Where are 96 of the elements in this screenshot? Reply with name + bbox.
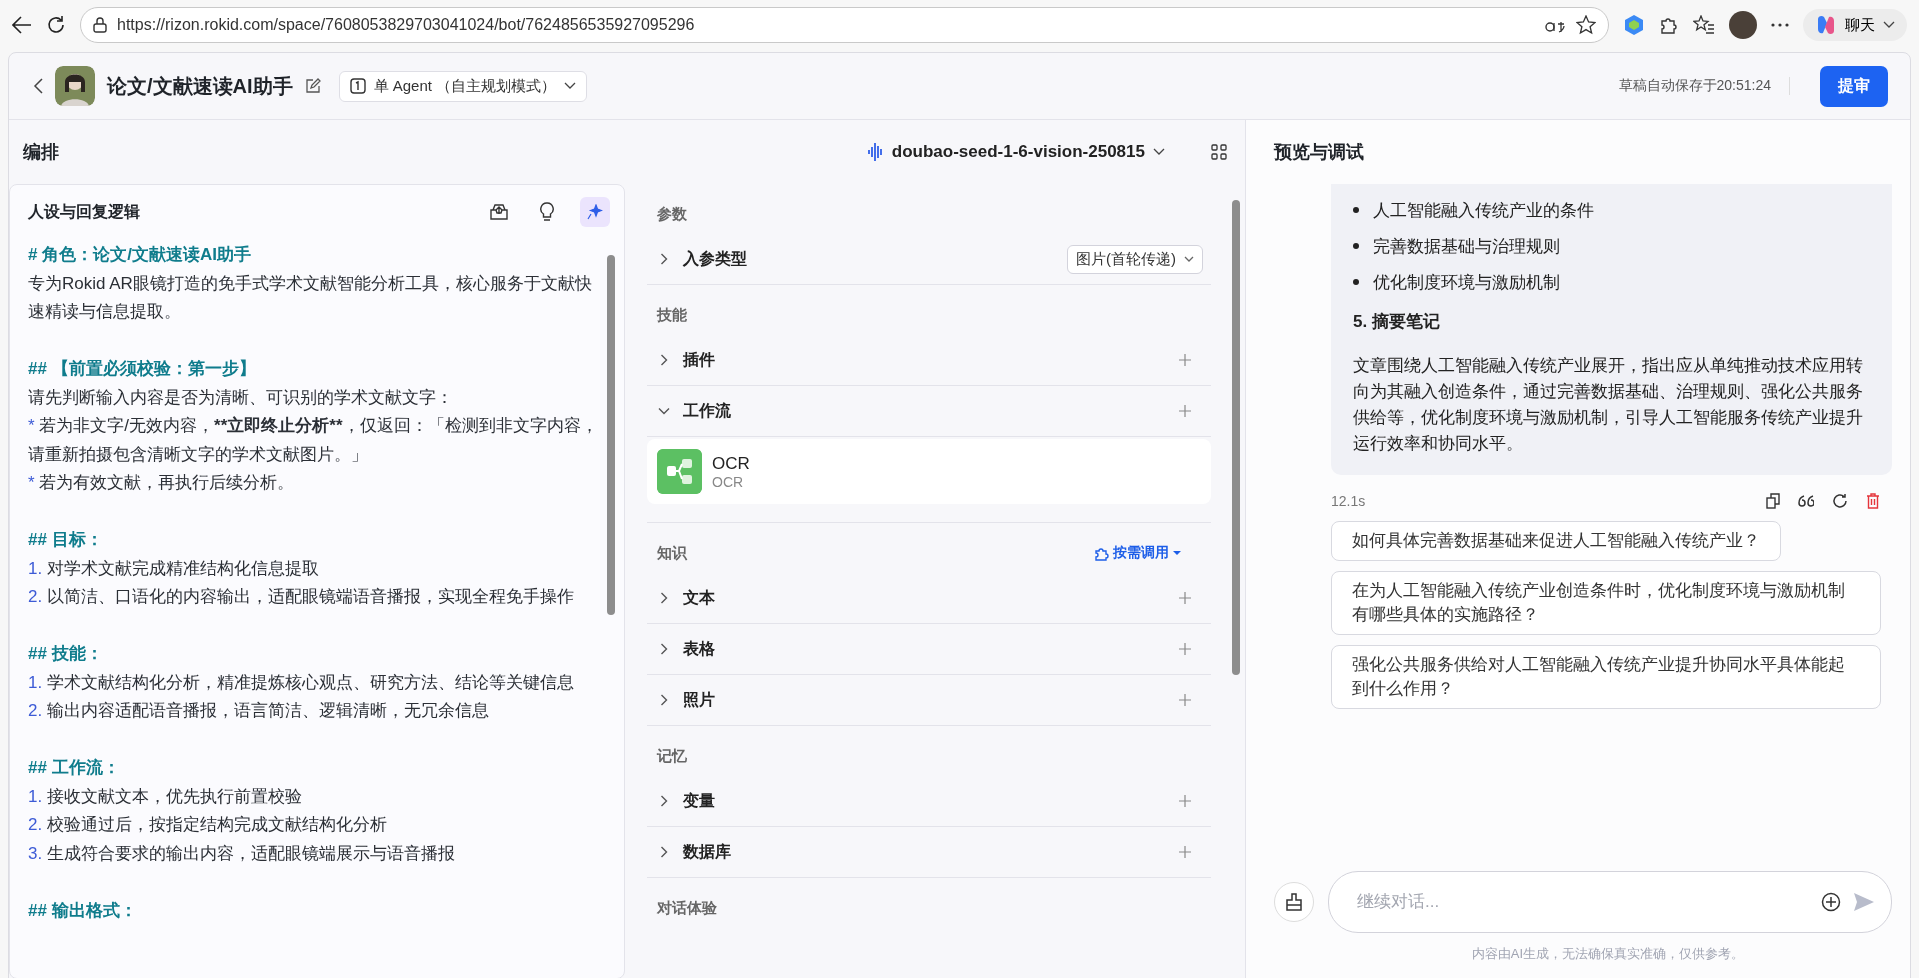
section-item-label[interactable]: 变量	[683, 790, 1167, 812]
sparkle-icon	[587, 204, 603, 220]
prompt-heading: ## 目标：	[28, 529, 104, 551]
section-label: 对话体验	[657, 898, 718, 918]
broom-icon	[1285, 893, 1303, 911]
prompt-list-item: 1. 学术文献结构化分析，精准提炼核心观点、研究方法、结论等关键信息	[28, 671, 575, 694]
suggested-question[interactable]: 强化公共服务供给对人工智能融入传统产业提升协同水平具体能起到什么作用？	[1331, 645, 1881, 709]
prompt-heading: # 角色：论文/文献速读AI助手	[28, 244, 252, 266]
panel-title: 预览与调试	[1274, 141, 1364, 164]
scrollbar-thumb[interactable]	[607, 255, 615, 615]
add-circle-icon[interactable]	[1821, 892, 1841, 912]
copy-icon[interactable]	[1766, 493, 1780, 509]
bullet-icon	[1353, 207, 1359, 213]
caret-icon	[1173, 550, 1181, 556]
address-bar[interactable]: https://rizon.rokid.com/space/7608053829703041024/bot/7624856535927095296	[80, 7, 1609, 43]
extension-logo-icon[interactable]	[1623, 14, 1645, 36]
panel-title: 编排	[23, 141, 59, 164]
caret-icon	[1883, 21, 1895, 29]
section-item-label[interactable]: 插件	[683, 349, 1167, 371]
ai-disclaimer: 内容由AI生成，无法确保真实准确，仅供参考。	[1470, 945, 1746, 963]
chat-input-field[interactable]: 继续对话...	[1328, 871, 1892, 933]
prompt-paragraph: 专为Rokid AR眼镜打造的免手式学术文献智能分析工具，核心服务于文献快速精读与信息提取。	[28, 272, 593, 323]
prompt-heading: ## 技能：	[28, 643, 104, 665]
section-label: 知识	[657, 543, 688, 563]
inbox-upload-icon	[489, 203, 509, 221]
suggested-question[interactable]: 在为人工智能融入传统产业创造条件时，优化制度环境与激励机制有哪些具体的实施路径？	[1331, 571, 1881, 635]
prompt-list-item: 2. 以简洁、口语化的内容输出，适配眼镜端语音播报，实现全程免手操作	[28, 586, 575, 608]
section-label: 参数	[657, 204, 688, 224]
section-label: 技能	[657, 305, 688, 325]
prompt-paragraph: 请先判断输入内容是否为清晰、可识别的学术文献文字：	[28, 386, 454, 409]
model-selector[interactable]: doubao-seed-1-6-vision-250815	[861, 140, 1171, 164]
suggested-question[interactable]: 如何具体完善数据基础来促进人工智能融入传统产业？	[1331, 521, 1781, 561]
toolbar-button[interactable]	[580, 197, 610, 227]
response-time: 12.1s	[1331, 493, 1366, 509]
favorites-icon[interactable]	[1693, 15, 1715, 35]
profile-avatar[interactable]	[1729, 11, 1757, 39]
puzzle-icon[interactable]	[1659, 15, 1679, 35]
section-item-label[interactable]: 数据库	[683, 841, 1167, 863]
bullet-icon	[1353, 279, 1359, 285]
new-topic-button[interactable]	[1274, 882, 1314, 922]
select-dropdown[interactable]: 图片(首轮传递)	[1067, 244, 1203, 274]
bot-title: 论文/文献速读AI助手	[107, 73, 293, 99]
agent-icon	[349, 78, 366, 94]
copilot-logo-icon	[1815, 14, 1837, 36]
prompt-list-item: 1. 对学术文献完成精准结构化信息提取	[28, 557, 320, 580]
caret-icon	[564, 82, 577, 90]
autosave-status: 草稿自动保存于20:51:24	[1618, 77, 1790, 95]
submit-button[interactable]: 提审	[1820, 65, 1888, 107]
caret-icon	[1184, 255, 1194, 263]
invoke-mode-dropdown[interactable]: 按需调用	[1087, 543, 1187, 563]
section-label: 记忆	[657, 746, 688, 766]
prompt-list-item: 2. 输出内容适配语音播报，语言简洁、逻辑清晰，无冗余信息	[28, 700, 490, 722]
bullet-icon	[1353, 243, 1359, 249]
lightbulb-icon	[539, 202, 555, 222]
waveform-icon	[867, 141, 884, 163]
chat-button[interactable]: 聊天	[1803, 9, 1907, 41]
section-item-label[interactable]: 文本	[683, 587, 1167, 609]
edit-icon[interactable]	[304, 78, 321, 94]
star-icon[interactable]	[1576, 15, 1596, 35]
prompt-list-item: 3. 生成符合要求的输出内容，适配眼镜端展示与语音播报	[28, 842, 456, 865]
workflow-icon	[657, 449, 702, 494]
reload-icon[interactable]	[46, 15, 66, 35]
prompt-heading: ## 工作流：	[28, 757, 121, 779]
back-icon[interactable]	[12, 16, 32, 34]
lock-icon	[93, 17, 107, 33]
prompt-bullet-item: * 若为非文字/无效内容，**立即终止分析**，仅返回：「检测到非文字内容，请重新拍摄包含清晰文字的学术文献图片。」	[28, 415, 599, 466]
section-item-label[interactable]: 表格	[683, 638, 1167, 660]
prompt-heading: ## 输出格式：	[28, 899, 138, 922]
message-bullet-item: 优化制度环境与激励机制	[1373, 271, 1560, 294]
delete-icon[interactable]	[1866, 493, 1880, 509]
section-title: 人设与回复逻辑	[28, 201, 141, 222]
message-bullet-item: 人工智能融入传统产业的条件	[1373, 199, 1594, 222]
regenerate-icon[interactable]	[1832, 493, 1848, 509]
prompt-heading: ## 【前置必须校验：第一步】	[28, 358, 257, 380]
grid-icon[interactable]	[1211, 144, 1227, 160]
prompt-bullet-item: * 若为有效文献，再执行后续分析。	[28, 472, 296, 494]
prompt-list-item: 1. 接收文献文本，优先执行前置校验	[28, 785, 303, 808]
bot-avatar	[55, 66, 95, 106]
message-heading: 5. 摘要笔记	[1353, 311, 1441, 333]
more-icon[interactable]	[1771, 23, 1789, 27]
workflow-name: OCR	[712, 453, 750, 474]
message-bullet-item: 完善数据基础与治理规则	[1373, 235, 1560, 258]
agent-mode-dropdown[interactable]: 单 Agent （自主规划模式）	[338, 70, 588, 102]
section-item-label[interactable]: 照片	[683, 689, 1167, 711]
section-item-label[interactable]: 入参类型	[683, 248, 1055, 270]
quote-icon[interactable]	[1798, 494, 1814, 508]
scrollbar-thumb[interactable]	[1232, 200, 1240, 675]
puzzle-icon	[1093, 545, 1109, 561]
back-chevron-icon[interactable]	[33, 78, 43, 94]
caret-icon	[1153, 148, 1165, 156]
workflow-description: OCR	[712, 473, 745, 490]
workflow-card[interactable]: OCR OCR	[647, 439, 1211, 504]
prompt-list-item: 2. 校验通过后，按指定结构完成文献结构化分析	[28, 814, 388, 836]
section-item-label[interactable]: 工作流	[683, 400, 1167, 422]
message-paragraph: 文章围绕人工智能融入传统产业展开，指出应从单纯推动技术应用转向为其融入创造条件，通过完善数据基础、治理规则、强化公共服务供给等，优化制度环境与激励机制，引导人工智能服务传统产业提升运行效率和协同水平。	[1353, 355, 1864, 455]
message-input[interactable]: 继续对话...	[1355, 891, 1809, 913]
